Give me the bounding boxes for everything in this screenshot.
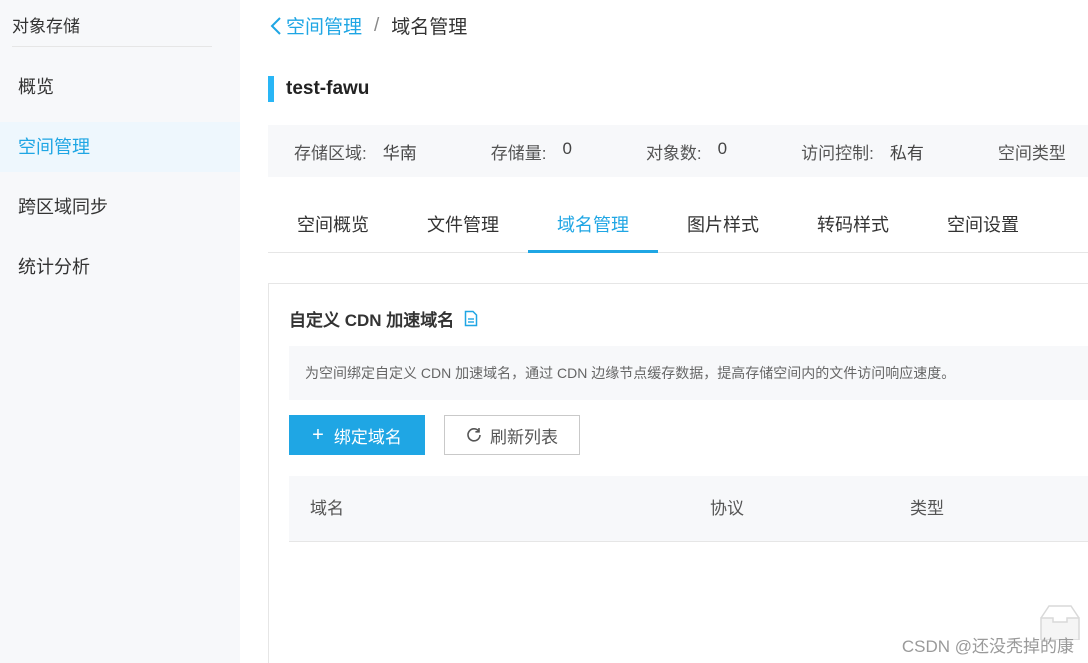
info-region-value: 华南 — [382, 143, 417, 163]
column-header-type[interactable]: 类型 — [910, 476, 944, 542]
bind-domain-label: 绑定域名 — [333, 427, 402, 447]
info-region: 存储区域: 华南 — [294, 139, 417, 164]
app-window: 对象存储 概览 空间管理 跨区域同步 统计分析 空间管理 / 域名管理 test… — [0, 0, 1088, 663]
watermark: CSDN @还没秃掉的康 — [901, 637, 1074, 656]
column-header-domain[interactable]: 域名 — [310, 476, 344, 542]
info-storage-label: 存储量: — [490, 143, 547, 163]
bucket-info-strip: 存储区域: 华南 存储量: 0 对象数: 0 访问控制: 私有 空间类型 — [268, 125, 1088, 177]
chevron-left-icon — [270, 16, 281, 35]
refresh-list-label: 刷新列表 — [490, 427, 558, 447]
refresh-list-button[interactable]: 刷新列表 — [444, 415, 580, 455]
sidebar-item-overview[interactable]: 概览 — [0, 62, 240, 112]
tab-overview[interactable]: 空间概览 — [268, 200, 398, 252]
info-type: 空间类型 — [998, 139, 1082, 164]
info-objects: 对象数: 0 — [646, 139, 727, 164]
info-type-label: 空间类型 — [997, 143, 1066, 163]
breadcrumb-current: 域名管理 — [391, 17, 468, 38]
bind-domain-button[interactable]: + 绑定域名 — [289, 415, 425, 455]
info-objects-value: 0 — [717, 138, 728, 158]
info-region-label: 存储区域: — [294, 143, 367, 163]
breadcrumb-back-label: 空间管理 — [286, 17, 363, 38]
info-access-value: 私有 — [889, 143, 924, 163]
panel-title: 自定义 CDN 加速域名 — [289, 306, 478, 331]
bucket-name: test-fawu — [286, 78, 370, 99]
domain-table-header: 域名 协议 类型 — [289, 476, 1088, 542]
info-objects-label: 对象数: — [645, 143, 702, 163]
tab-bucket-settings[interactable]: 空间设置 — [918, 200, 1048, 252]
sidebar-divider — [12, 46, 212, 47]
info-access-label: 访问控制: — [801, 143, 874, 163]
column-header-protocol[interactable]: 协议 — [710, 476, 744, 542]
main-content: 空间管理 / 域名管理 test-fawu 存储区域: 华南 存储量: 0 对象… — [240, 0, 1088, 663]
info-storage: 存储量: 0 — [491, 139, 572, 164]
refresh-icon — [466, 427, 482, 443]
breadcrumb-separator: / — [374, 14, 380, 36]
sidebar-item-bucket-management[interactable]: 空间管理 — [0, 122, 240, 172]
sidebar: 对象存储 概览 空间管理 跨区域同步 统计分析 — [0, 0, 240, 663]
document-icon[interactable] — [464, 310, 478, 327]
panel-title-text: 自定义 CDN 加速域名 — [289, 311, 455, 330]
tab-file-management[interactable]: 文件管理 — [398, 200, 528, 252]
breadcrumb: 空间管理 / 域名管理 — [270, 12, 467, 39]
info-storage-value: 0 — [562, 138, 572, 158]
bucket-tabs: 空间概览 文件管理 域名管理 图片样式 转码样式 空间设置 — [268, 200, 1088, 253]
cdn-domain-panel: 自定义 CDN 加速域名 为空间绑定自定义 CDN 加速域名，通过 CDN 边缘… — [268, 283, 1088, 663]
plus-icon: + — [312, 424, 324, 446]
bucket-title: test-fawu — [268, 76, 369, 102]
tab-transcode-styles[interactable]: 转码样式 — [788, 200, 918, 252]
breadcrumb-back-link[interactable]: 空间管理 — [270, 12, 362, 39]
info-access: 访问控制: 私有 — [801, 139, 924, 164]
panel-notice: 为空间绑定自定义 CDN 加速域名，通过 CDN 边缘节点缓存数据，提高存储空间… — [289, 346, 1088, 400]
sidebar-title: 对象存储 — [12, 17, 80, 36]
tab-image-styles[interactable]: 图片样式 — [658, 200, 788, 252]
bucket-title-accent-bar — [268, 76, 274, 102]
sidebar-item-statistics[interactable]: 统计分析 — [0, 242, 240, 292]
sidebar-item-cross-region-sync[interactable]: 跨区域同步 — [0, 182, 240, 232]
tab-domain-management[interactable]: 域名管理 — [528, 200, 658, 253]
